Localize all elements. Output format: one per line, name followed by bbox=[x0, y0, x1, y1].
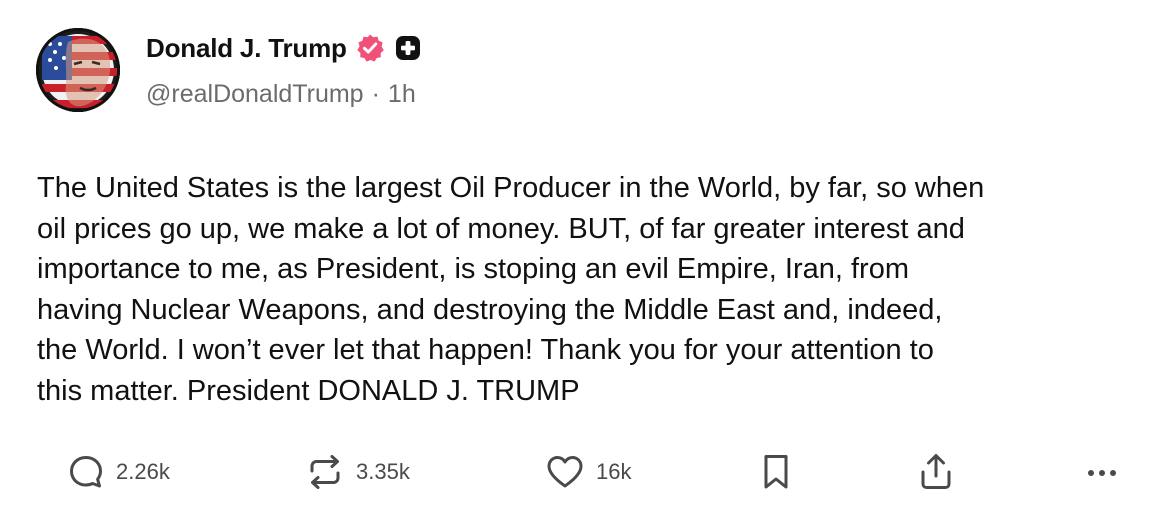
repost-button[interactable]: 3.35k bbox=[304, 446, 410, 498]
author-name-row: Donald J. Trump bbox=[146, 30, 423, 66]
timestamp[interactable]: 1h bbox=[388, 80, 416, 109]
reply-button[interactable]: 2.26k bbox=[66, 446, 170, 498]
platform-badge-icon bbox=[393, 33, 423, 63]
post-text-line: The United States is the largest Oil Pro… bbox=[37, 172, 985, 204]
flag-portrait-avatar-icon bbox=[36, 28, 120, 112]
avatar[interactable] bbox=[36, 28, 120, 112]
post-text-line: this matter. President DONALD J. TRUMP bbox=[37, 374, 580, 407]
share-button[interactable] bbox=[916, 446, 956, 498]
action-bar: 2.26k 3.35k 16k bbox=[0, 446, 1164, 498]
heart-icon bbox=[547, 456, 583, 488]
reply-count: 2.26k bbox=[116, 459, 170, 484]
bookmark-icon bbox=[764, 455, 788, 489]
separator: · bbox=[371, 80, 380, 108]
display-name[interactable]: Donald J. Trump bbox=[146, 33, 347, 64]
post-text-line: the World. I won’t ever let that happen!… bbox=[37, 334, 934, 366]
post-card: Donald J. Trump @realDonaldTrump · 1h Th… bbox=[0, 0, 1164, 518]
repost-icon bbox=[310, 455, 340, 489]
handle[interactable]: @realDonaldTrump bbox=[146, 80, 364, 109]
more-dots-icon bbox=[1088, 470, 1116, 476]
post-body: The United States is the largest Oil Pro… bbox=[37, 168, 1137, 411]
post-text-line: having Nuclear Weapons, and destroying t… bbox=[37, 293, 943, 326]
verified-badge-icon bbox=[355, 33, 385, 63]
bookmark-button[interactable] bbox=[756, 446, 796, 498]
handle-row: @realDonaldTrump · 1h bbox=[146, 80, 416, 109]
share-icon bbox=[921, 454, 951, 489]
repost-count: 3.35k bbox=[356, 459, 410, 484]
post-text-line: oil prices go up, we make a lot of money… bbox=[37, 212, 965, 245]
post-text-line: importance to me, as President, is stopi… bbox=[37, 253, 909, 285]
comment-icon bbox=[70, 456, 102, 488]
more-options-button[interactable] bbox=[1082, 446, 1126, 498]
like-button[interactable]: 16k bbox=[544, 446, 631, 498]
like-count: 16k bbox=[596, 459, 632, 484]
